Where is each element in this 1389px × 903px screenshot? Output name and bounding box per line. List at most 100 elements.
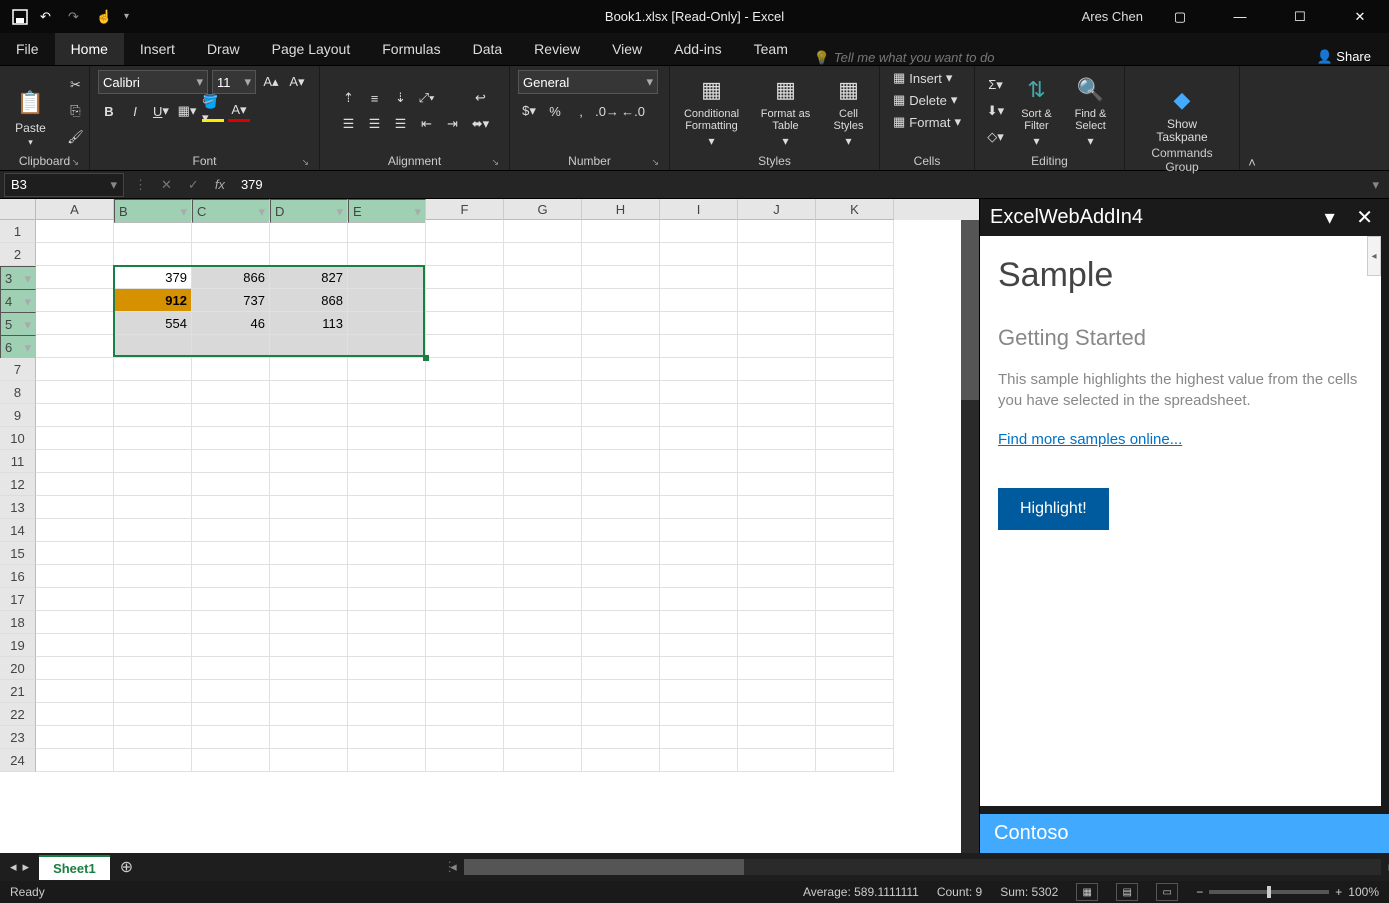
cell-K4[interactable] xyxy=(816,289,894,312)
cell-K23[interactable] xyxy=(816,726,894,749)
cell-C10[interactable] xyxy=(192,427,270,450)
col-header-I[interactable]: I xyxy=(660,199,738,220)
cell-F11[interactable] xyxy=(426,450,504,473)
cell-C9[interactable] xyxy=(192,404,270,427)
cell-K3[interactable] xyxy=(816,266,894,289)
cell-I20[interactable] xyxy=(660,657,738,680)
cell-E9[interactable] xyxy=(348,404,426,427)
cell-H11[interactable] xyxy=(582,450,660,473)
collapse-ribbon-button[interactable]: ˄ xyxy=(1240,66,1264,170)
cell-E16[interactable] xyxy=(348,565,426,588)
cell-A17[interactable] xyxy=(36,588,114,611)
cell-J11[interactable] xyxy=(738,450,816,473)
minimize-button[interactable]: — xyxy=(1217,0,1263,33)
cell-B8[interactable] xyxy=(114,381,192,404)
cell-F6[interactable] xyxy=(426,335,504,358)
undo-icon[interactable]: ↶ xyxy=(40,9,56,25)
cell-H4[interactable] xyxy=(582,289,660,312)
col-header-H[interactable]: H xyxy=(582,199,660,220)
row-header-13[interactable]: 13 xyxy=(0,496,36,519)
cell-D5[interactable]: 113 xyxy=(270,312,348,335)
align-left-button[interactable]: ☰ xyxy=(338,113,360,135)
cell-I9[interactable] xyxy=(660,404,738,427)
cell-A16[interactable] xyxy=(36,565,114,588)
cell-C15[interactable] xyxy=(192,542,270,565)
pane-pull-tab[interactable]: ◂ xyxy=(1367,236,1381,276)
fx-button[interactable]: fx xyxy=(207,177,233,192)
cell-K6[interactable] xyxy=(816,335,894,358)
cell-C8[interactable] xyxy=(192,381,270,404)
cell-C13[interactable] xyxy=(192,496,270,519)
cell-F21[interactable] xyxy=(426,680,504,703)
number-format-select[interactable]: General xyxy=(518,70,658,94)
cell-G22[interactable] xyxy=(504,703,582,726)
cell-E23[interactable] xyxy=(348,726,426,749)
cell-D3[interactable]: 827 xyxy=(270,266,348,289)
cell-B23[interactable] xyxy=(114,726,192,749)
cell-G3[interactable] xyxy=(504,266,582,289)
cell-K22[interactable] xyxy=(816,703,894,726)
cell-G11[interactable] xyxy=(504,450,582,473)
cell-J9[interactable] xyxy=(738,404,816,427)
comma-button[interactable]: , xyxy=(570,100,592,122)
cell-B22[interactable] xyxy=(114,703,192,726)
cell-B2[interactable] xyxy=(114,243,192,266)
cell-E18[interactable] xyxy=(348,611,426,634)
align-bottom-button[interactable]: ⇣ xyxy=(390,87,412,109)
cell-G19[interactable] xyxy=(504,634,582,657)
cell-K19[interactable] xyxy=(816,634,894,657)
cell-B19[interactable] xyxy=(114,634,192,657)
col-header-F[interactable]: F xyxy=(426,199,504,220)
cell-B3[interactable]: 379 xyxy=(114,266,192,289)
prev-sheet-button[interactable]: ◂ xyxy=(10,859,17,875)
cell-I21[interactable] xyxy=(660,680,738,703)
cell-E21[interactable] xyxy=(348,680,426,703)
scroll-left-button[interactable]: ◂ xyxy=(450,859,457,875)
cell-B15[interactable] xyxy=(114,542,192,565)
cell-I22[interactable] xyxy=(660,703,738,726)
cell-D19[interactable] xyxy=(270,634,348,657)
zoom-in-button[interactable]: + xyxy=(1335,885,1342,899)
cell-K11[interactable] xyxy=(816,450,894,473)
cell-A8[interactable] xyxy=(36,381,114,404)
cell-G21[interactable] xyxy=(504,680,582,703)
align-center-button[interactable]: ☰ xyxy=(364,113,386,135)
cell-H18[interactable] xyxy=(582,611,660,634)
cell-J13[interactable] xyxy=(738,496,816,519)
cell-F22[interactable] xyxy=(426,703,504,726)
find-samples-link[interactable]: Find more samples online... xyxy=(998,431,1182,448)
page-break-view-button[interactable]: ▭ xyxy=(1156,883,1178,901)
format-as-table-button[interactable]: ▦Format as Table▾ xyxy=(754,74,818,148)
col-header-K[interactable]: K xyxy=(816,199,894,220)
conditional-formatting-button[interactable]: ▦Conditional Formatting▾ xyxy=(676,74,748,148)
cell-C3[interactable]: 866 xyxy=(192,266,270,289)
cell-D17[interactable] xyxy=(270,588,348,611)
worksheet[interactable]: ABCDEFGHIJK12337986682749127378685554461… xyxy=(0,199,979,853)
cell-F17[interactable] xyxy=(426,588,504,611)
paste-button[interactable]: 📋 Paste▾ xyxy=(3,74,59,148)
cell-D8[interactable] xyxy=(270,381,348,404)
find-select-button[interactable]: 🔍Find & Select▾ xyxy=(1067,74,1115,148)
tab-data[interactable]: Data xyxy=(457,33,519,65)
cell-C22[interactable] xyxy=(192,703,270,726)
cell-B7[interactable] xyxy=(114,358,192,381)
cell-G13[interactable] xyxy=(504,496,582,519)
cell-D13[interactable] xyxy=(270,496,348,519)
row-header-24[interactable]: 24 xyxy=(0,749,36,772)
cell-I19[interactable] xyxy=(660,634,738,657)
cell-H24[interactable] xyxy=(582,749,660,772)
cell-A9[interactable] xyxy=(36,404,114,427)
cell-H12[interactable] xyxy=(582,473,660,496)
share-button[interactable]: 👤 Share xyxy=(1298,49,1389,65)
cell-K8[interactable] xyxy=(816,381,894,404)
cell-C17[interactable] xyxy=(192,588,270,611)
clear-button[interactable]: ◇▾ xyxy=(985,126,1007,148)
cell-C1[interactable] xyxy=(192,220,270,243)
cell-H2[interactable] xyxy=(582,243,660,266)
zoom-slider[interactable] xyxy=(1209,890,1329,894)
cell-I14[interactable] xyxy=(660,519,738,542)
cell-G14[interactable] xyxy=(504,519,582,542)
cell-C12[interactable] xyxy=(192,473,270,496)
cell-K16[interactable] xyxy=(816,565,894,588)
cell-D15[interactable] xyxy=(270,542,348,565)
